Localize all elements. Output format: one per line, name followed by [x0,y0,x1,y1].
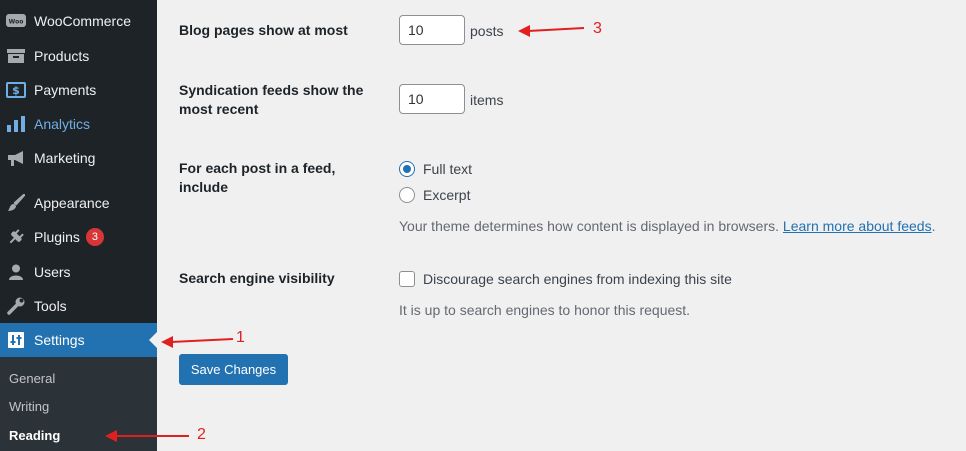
annotation-number-3: 3 [593,20,602,37]
menu-item-products[interactable]: Products [0,39,157,73]
dollar-icon: $ [6,80,26,100]
menu-item-users[interactable]: Users [0,255,157,289]
feed-description-text: Your theme determines how content is dis… [399,218,780,234]
excerpt-radio[interactable] [399,187,415,203]
posts-per-page-input[interactable] [399,15,465,45]
posts-unit-label: posts [470,23,504,39]
menu-label: Analytics [34,116,91,132]
excerpt-option-label: Excerpt [423,187,471,203]
menu-label: Tools [34,298,67,314]
plug-icon [6,227,26,247]
menu-item-marketing[interactable]: Marketing [0,141,157,175]
svg-text:Woo: Woo [9,19,24,26]
archive-icon [6,46,26,66]
menu-label: Settings [34,332,85,348]
menu-label: Plugins [34,229,80,245]
menu-label: WooCommerce [34,13,131,29]
feed-description-period: . [931,218,936,234]
settings-sliders-icon [6,330,26,350]
save-changes-button[interactable]: Save Changes [179,354,288,385]
menu-item-plugins[interactable]: Plugins 3 [0,220,157,254]
menu-label: Marketing [34,150,96,166]
full-text-radio[interactable] [399,161,415,177]
feed-description: Your theme determines how content is dis… [399,218,935,234]
search-visibility-label: Search engine visibility [179,270,335,286]
woo-icon: Woo [6,11,26,31]
menu-label: Appearance [34,195,110,211]
update-count-badge: 3 [85,228,104,246]
annotation-number-1: 1 [236,329,245,346]
paintbrush-icon [6,193,26,213]
menu-item-woocommerce[interactable]: Woo WooCommerce [0,4,157,38]
menu-label: Products [34,48,90,64]
feed-include-label: For each post in a feed, include [179,159,335,197]
feed-items-input[interactable] [399,84,465,114]
syndication-label-line1: Syndication feeds show the [179,82,364,98]
menu-item-analytics[interactable]: Analytics [0,107,157,141]
bar-chart-icon [6,114,26,134]
full-text-option-label: Full text [423,161,473,177]
annotation-arrow-3 [518,25,585,37]
user-icon [6,262,26,282]
discourage-search-checkbox[interactable] [399,271,415,287]
active-indicator [149,332,157,348]
annotation-number-2: 2 [197,426,206,443]
svg-text:$: $ [12,84,20,97]
learn-more-feeds-link[interactable]: Learn more about feeds [783,218,932,234]
submenu-item-reading[interactable]: Reading [9,428,60,443]
submenu-item-writing[interactable]: Writing [9,399,49,414]
syndication-label: Syndication feeds show the most recent [179,81,363,119]
syndication-label-line2: most recent [179,101,259,117]
annotation-arrow-1 [161,336,234,348]
blog-pages-label: Blog pages show at most [179,22,348,38]
wrench-icon [6,296,26,316]
menu-item-appearance[interactable]: Appearance [0,186,157,220]
menu-item-tools[interactable]: Tools [0,289,157,323]
admin-sidebar: Woo WooCommerce Products $ Payments Anal… [0,0,157,451]
megaphone-icon [6,148,26,168]
menu-item-payments[interactable]: $ Payments [0,73,157,107]
search-visibility-description: It is up to search engines to honor this… [399,302,691,318]
items-unit-label: items [470,92,504,108]
discourage-search-label: Discourage search engines from indexing … [423,271,732,287]
submenu-item-general[interactable]: General [9,371,55,386]
annotation-arrow-2 [105,430,189,442]
menu-label: Users [34,264,71,280]
menu-label: Payments [34,82,97,98]
feed-include-label-line1: For each post in a feed, [179,160,336,176]
feed-include-label-line2: include [179,179,229,195]
menu-item-settings[interactable]: Settings [0,323,157,357]
